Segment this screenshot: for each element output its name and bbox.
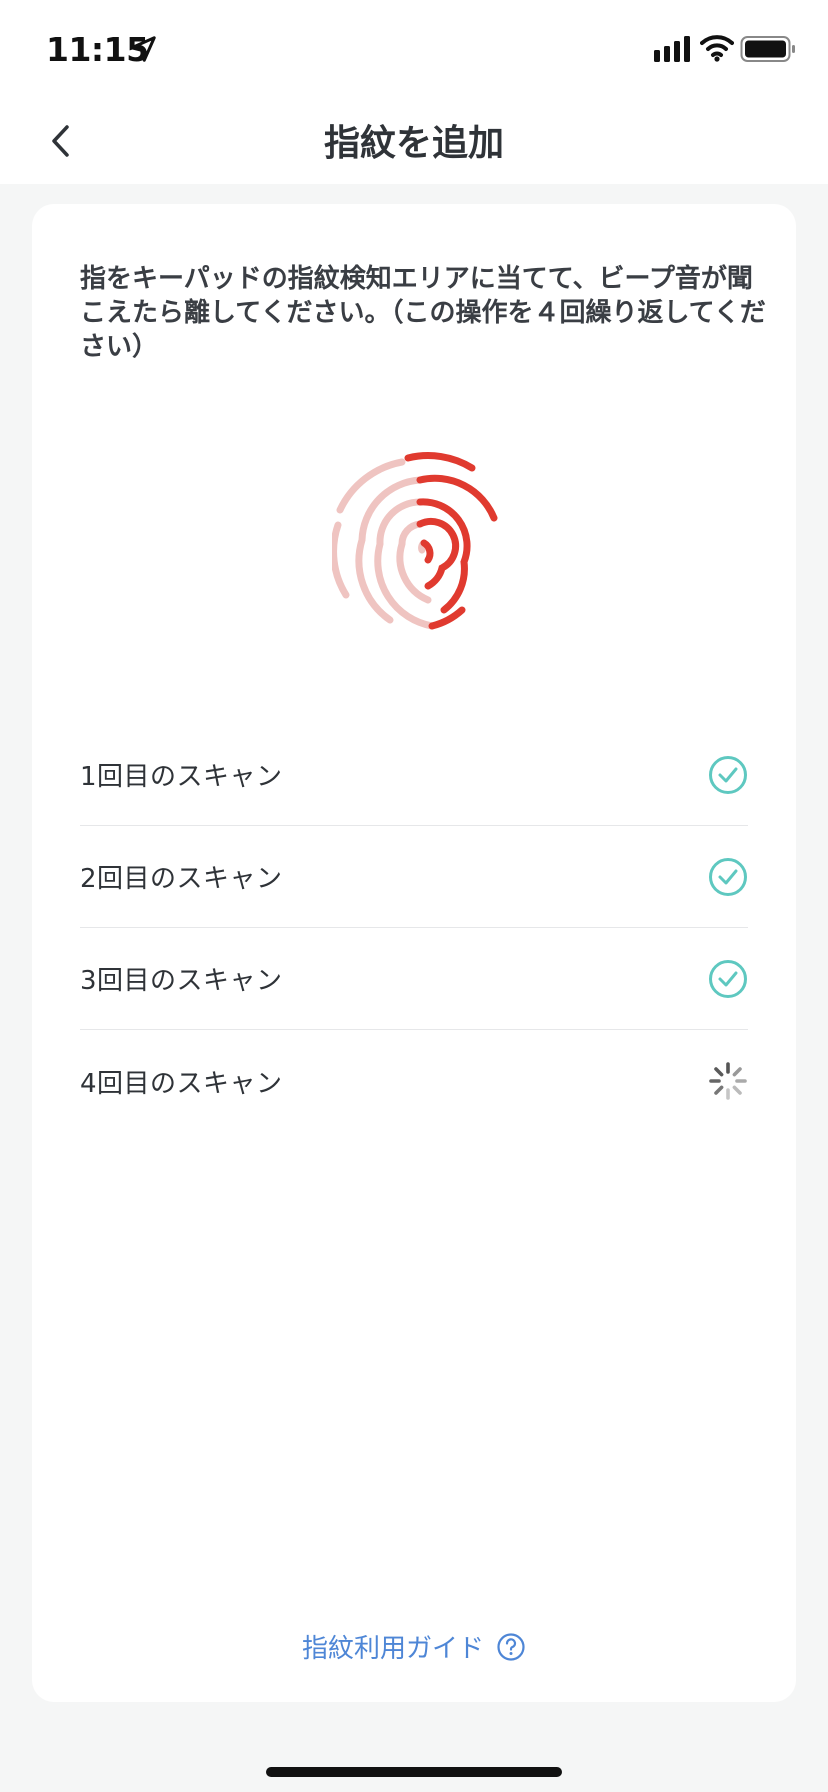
check-circle-icon: [709, 857, 747, 896]
cellular-signal-icon: [654, 36, 690, 62]
fingerprint-guide-link[interactable]: 指紋利用ガイド: [32, 1628, 796, 1665]
scan-row-1: 1回目のスキャン: [80, 724, 748, 826]
wifi-icon: [700, 35, 734, 62]
navigation-bar: 指紋を追加: [0, 96, 828, 184]
help-circle-icon: [497, 1632, 525, 1661]
scan-label: 2回目のスキャン: [80, 864, 283, 894]
guide-link-text: 指紋利用ガイド: [301, 1634, 484, 1664]
battery-icon: [740, 36, 795, 62]
scan-row-4: 4回目のスキャン: [80, 1030, 748, 1132]
scan-row-2: 2回目のスキャン: [80, 826, 748, 928]
fingerprint-icon: [332, 452, 498, 630]
status-bar: 11:15: [0, 0, 828, 96]
scan-label: 3回目のスキャン: [80, 966, 283, 996]
scan-list: 1回目のスキャン 2回目のスキャン 3回目のスキャン 4回目のスキャン: [80, 724, 748, 1132]
instruction-text: 指をキーパッドの指紋検知エリアに当てて、ビープ音が聞こえたら離してください。（こ…: [80, 264, 766, 362]
scan-label: 1回目のスキャン: [80, 762, 283, 792]
location-arrow-icon: [130, 36, 156, 62]
fingerprint-card: 指をキーパッドの指紋検知エリアに当てて、ビープ音が聞こえたら離してください。（こ…: [32, 204, 796, 1702]
scan-row-3: 3回目のスキャン: [80, 928, 748, 1030]
loading-spinner-icon: [709, 1062, 747, 1100]
screen: 11:15 指紋を追加 指をキーパッドの指紋検知エリアに当てて、ビープ音が聞こえ…: [0, 0, 828, 1792]
home-indicator[interactable]: [266, 1767, 562, 1777]
scan-label: 4回目のスキャン: [80, 1068, 283, 1099]
check-circle-icon: [709, 959, 747, 998]
check-circle-icon: [709, 755, 747, 794]
page-title: 指紋を追加: [323, 123, 504, 164]
